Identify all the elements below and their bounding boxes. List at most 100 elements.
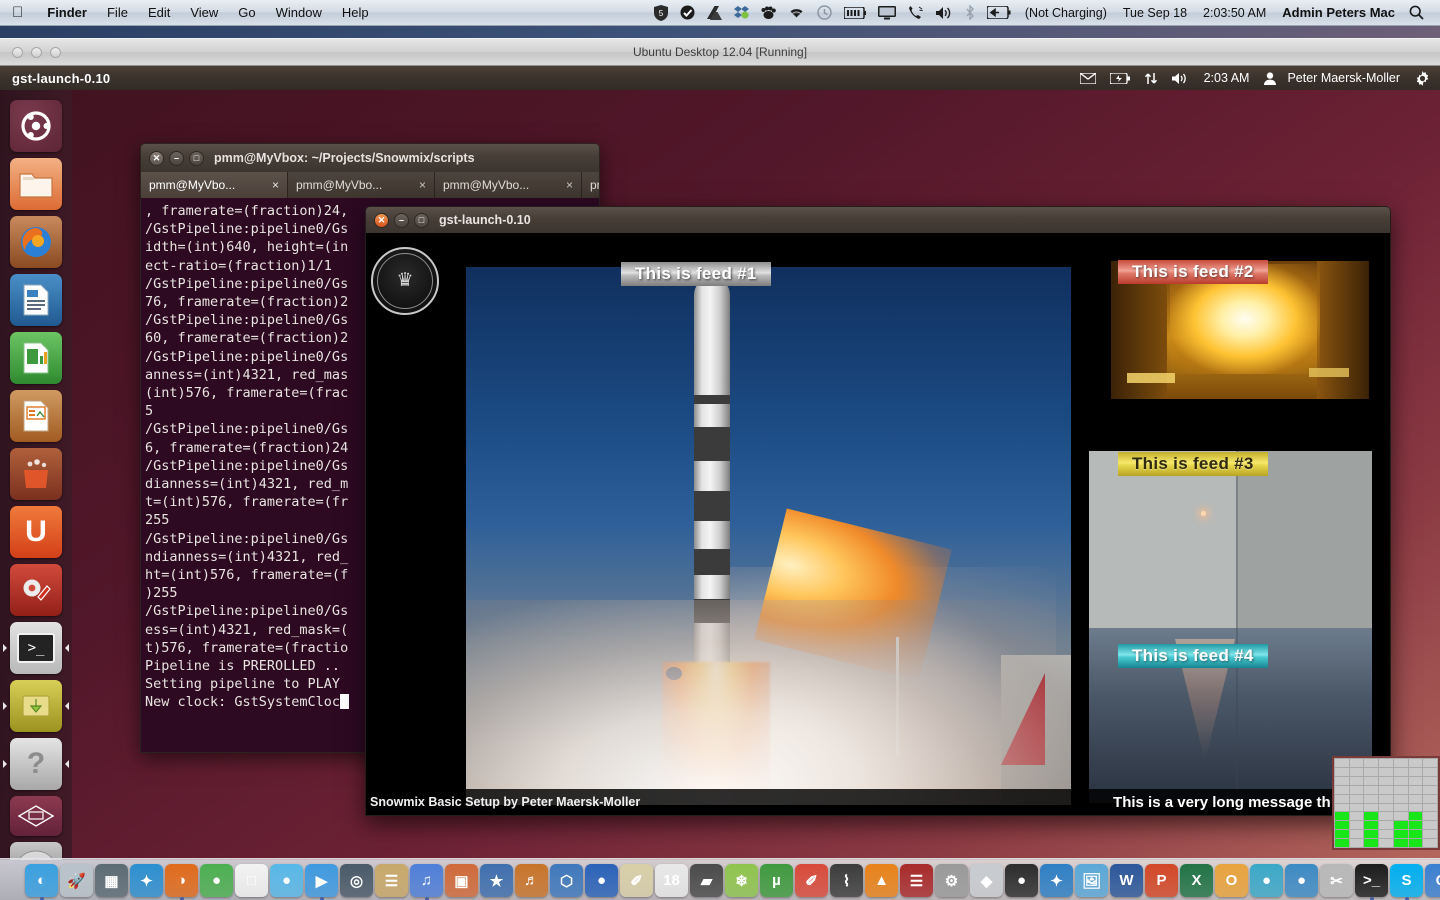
volume-icon[interactable]: [1165, 66, 1196, 90]
dock-item-firefox[interactable]: ◑: [165, 864, 198, 897]
launcher-item-ubuntu-one[interactable]: U: [10, 506, 62, 558]
gst-window-buttons[interactable]: ✕ – □: [374, 213, 429, 228]
dock-item-chrome[interactable]: ●: [200, 864, 233, 897]
dock-item-app-compass-blue[interactable]: ✦: [1040, 864, 1073, 897]
dock-item-mission-control[interactable]: ▦: [95, 864, 128, 897]
shield-1password-icon[interactable]: 5: [648, 0, 674, 26]
gst-minimize-button[interactable]: –: [394, 213, 409, 228]
close-icon[interactable]: ×: [419, 178, 426, 192]
dock-item-imovie[interactable]: ★: [480, 864, 513, 897]
dock-item-iphoto[interactable]: ▣: [445, 864, 478, 897]
menu-file[interactable]: File: [97, 3, 138, 23]
dock-item-app-tools[interactable]: ✂: [1320, 864, 1353, 897]
apple-icon[interactable]: : [12, 5, 23, 20]
launcher-item-firefox[interactable]: [10, 216, 62, 268]
battery-bars-icon[interactable]: [838, 0, 872, 26]
gst-close-button[interactable]: ✕: [374, 213, 389, 228]
gear-icon[interactable]: [1408, 66, 1440, 90]
terminal-tab[interactable]: pmm@MyVbo...×: [141, 172, 288, 198]
dock-item-dvd-player[interactable]: ●: [1005, 864, 1038, 897]
dock-item-app-globe-green[interactable]: ●: [1285, 864, 1318, 897]
ubuntu-panel-clock[interactable]: 2:03 AM: [1196, 71, 1258, 85]
phone-icon[interactable]: [902, 0, 930, 26]
dock-item-itunes[interactable]: ♫: [410, 864, 443, 897]
display-icon[interactable]: [872, 0, 902, 26]
launcher-item-help[interactable]: ?: [10, 738, 62, 790]
dock-item-google-earth[interactable]: ●: [585, 864, 618, 897]
gst-maximize-button[interactable]: □: [414, 213, 429, 228]
launcher-item-update-manager[interactable]: [10, 680, 62, 732]
launcher-item-workspace-switcher[interactable]: [10, 796, 62, 836]
virtualbox-titlebar[interactable]: Ubuntu Desktop 12.04 [Running]: [0, 38, 1440, 66]
user-icon[interactable]: [1257, 66, 1283, 90]
terminal-tab-bar[interactable]: pmm@MyVbo...× pmm@MyVbo...× pmm@MyVbo...…: [140, 172, 600, 198]
mail-icon[interactable]: [1073, 66, 1103, 90]
menu-window[interactable]: Window: [266, 3, 332, 23]
dock-item-microsoft-powerpoint[interactable]: P: [1145, 864, 1178, 897]
dock-item-stickies[interactable]: ✐: [620, 864, 653, 897]
bear-paw-icon[interactable]: [755, 0, 782, 26]
launcher-item-dash-home[interactable]: [10, 100, 62, 152]
launcher-item-system-settings[interactable]: [10, 564, 62, 616]
dock-item-dictionary[interactable]: ▰: [690, 864, 723, 897]
dock-item-utorrent[interactable]: µ: [760, 864, 793, 897]
close-icon[interactable]: ×: [566, 178, 573, 192]
dock-item-app-balloon[interactable]: ●: [270, 864, 303, 897]
dock-item-launchpad[interactable]: 🚀: [60, 864, 93, 897]
launcher-item-terminal[interactable]: >_: [10, 622, 62, 674]
terminal-window-buttons[interactable]: ✕ – □: [149, 151, 204, 166]
checkmark-icon[interactable]: [674, 0, 701, 26]
search-icon[interactable]: [1403, 0, 1430, 26]
dock-item-skype[interactable]: S: [1390, 864, 1423, 897]
dock-item-quicktime[interactable]: ◎: [340, 864, 373, 897]
dropbox-icon[interactable]: [728, 0, 755, 26]
dock-item-microsoft-excel[interactable]: X: [1180, 864, 1213, 897]
wifi-icon[interactable]: [782, 0, 811, 26]
terminal-maximize-button[interactable]: □: [189, 151, 204, 166]
dock-item-activity-monitor[interactable]: ⌇: [830, 864, 863, 897]
dock-item-app-green[interactable]: ❄: [725, 864, 758, 897]
dock-item-system-preferences[interactable]: ⚙: [935, 864, 968, 897]
dock-item-terminal[interactable]: >_: [1355, 864, 1388, 897]
dock-item-microsoft-outlook[interactable]: O: [1215, 864, 1248, 897]
video-feed-1[interactable]: [466, 267, 1071, 805]
launcher-item-software-center[interactable]: [10, 448, 62, 500]
ubuntu-panel-app-title[interactable]: gst-launch-0.10: [12, 71, 110, 86]
menu-finder[interactable]: Finder: [37, 3, 97, 23]
dock-item-microsoft-word[interactable]: W: [1110, 864, 1143, 897]
close-icon[interactable]: ×: [272, 178, 279, 192]
gst-launch-window[interactable]: ✕ – □ gst-launch-0.10 ♛: [365, 206, 1391, 816]
terminal-tab[interactable]: pmm@MyVbo...×: [582, 172, 600, 198]
volume-icon[interactable]: [930, 0, 959, 26]
dock-item-app-feather[interactable]: ✐: [795, 864, 828, 897]
network-updown-icon[interactable]: [1137, 66, 1165, 90]
ubuntu-panel-user[interactable]: Peter Maersk-Moller: [1283, 71, 1408, 85]
terminal-tab[interactable]: pmm@MyVbo...×: [435, 172, 582, 198]
dock-item-preview[interactable]: 🖼: [1075, 864, 1108, 897]
launcher-item-libreoffice-impress[interactable]: [10, 390, 62, 442]
dock-item-app-q[interactable]: Q: [1425, 864, 1440, 897]
google-drive-icon[interactable]: [701, 0, 728, 26]
terminal-close-button[interactable]: ✕: [149, 151, 164, 166]
dock-item-textedit[interactable]: □: [235, 864, 268, 897]
dock-item-app-diamond[interactable]: ◆: [970, 864, 1003, 897]
menu-edit[interactable]: Edit: [138, 3, 180, 23]
dock-item-vlc[interactable]: ▲: [865, 864, 898, 897]
terminal-minimize-button[interactable]: –: [169, 151, 184, 166]
power-plug-icon[interactable]: [981, 0, 1017, 26]
bluetooth-icon[interactable]: [959, 0, 981, 26]
dock-item-ical[interactable]: 18: [655, 864, 688, 897]
video-feed-3-and-4[interactable]: [1089, 451, 1372, 803]
video-mixer-canvas[interactable]: ♛: [365, 233, 1391, 816]
dock-item-app-shield[interactable]: ⬡: [550, 864, 583, 897]
menubar-clock[interactable]: 2:03:50 AM: [1195, 6, 1274, 20]
dock-item-finder[interactable]: ◐: [25, 864, 58, 897]
unity-launcher[interactable]: U >_ ?: [0, 90, 72, 860]
terminal-tab[interactable]: pmm@MyVbo...×: [288, 172, 435, 198]
dock-item-app-blue-sphere[interactable]: ●: [1250, 864, 1283, 897]
menubar-user[interactable]: Admin Peters Mac: [1274, 5, 1403, 20]
launcher-item-files[interactable]: [10, 158, 62, 210]
dock-item-address-book[interactable]: ☰: [375, 864, 408, 897]
terminal-titlebar[interactable]: ✕ – □ pmm@MyVbox: ~/Projects/Snowmix/scr…: [140, 143, 600, 172]
dock-item-garageband[interactable]: ♬: [515, 864, 548, 897]
